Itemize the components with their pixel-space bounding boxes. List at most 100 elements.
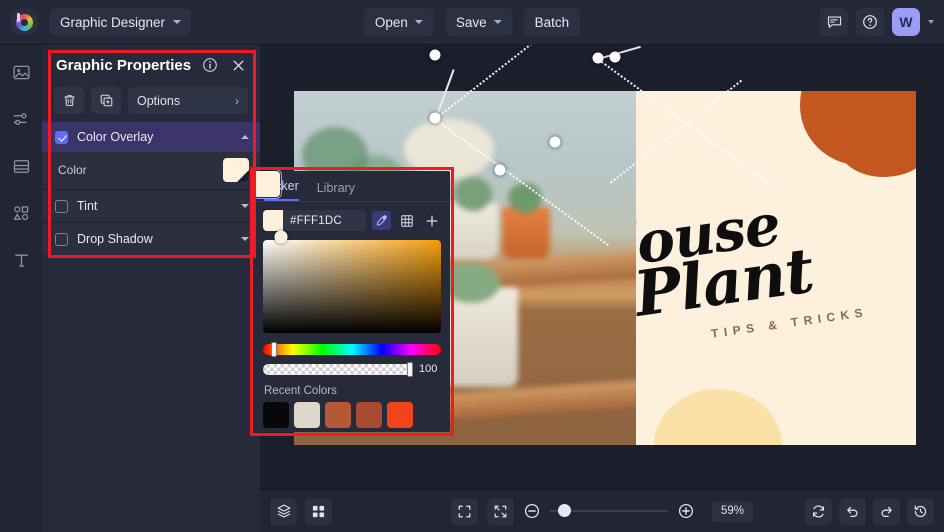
open-button[interactable]: Open — [363, 8, 434, 36]
alpha-slider-handle[interactable] — [407, 361, 413, 377]
color-picker-popover[interactable]: Picker Library #FFF1DC 100 Recent Colors — [252, 169, 450, 432]
grid-view-icon[interactable] — [305, 497, 332, 525]
user-avatar[interactable]: W — [892, 8, 920, 36]
recent-colors-label: Recent Colors — [264, 385, 337, 397]
yellow-circle-shape — [654, 389, 782, 445]
alpha-row: 100 — [263, 361, 441, 377]
effect-label: Tint — [77, 199, 98, 213]
panel-action-row: Options › — [42, 87, 260, 114]
picker-tabs: Picker Library — [254, 171, 450, 201]
recent-color-swatch[interactable] — [294, 402, 320, 428]
zoom-slider[interactable] — [549, 504, 668, 517]
app-logo-icon[interactable] — [11, 9, 37, 35]
color-overlay-checkbox[interactable] — [55, 130, 68, 144]
recent-colors-row — [252, 169, 450, 428]
zoom-out-icon[interactable] — [523, 502, 541, 520]
top-right-tools: W — [820, 8, 934, 36]
zoom-controls: 59% — [450, 497, 754, 525]
sidebar-item-shapes[interactable] — [8, 200, 34, 226]
color-field-label: Color — [58, 163, 87, 177]
chevron-down-icon[interactable] — [928, 20, 934, 24]
tab-library[interactable]: Library — [317, 181, 355, 201]
chevron-down-icon — [414, 20, 423, 24]
bottom-left-tools — [270, 497, 332, 525]
zoom-slider-handle[interactable] — [557, 504, 571, 517]
selection-handle — [429, 49, 441, 61]
zoom-level-value[interactable]: 59% — [711, 500, 754, 522]
document-name-dropdown[interactable]: Graphic Designer — [50, 8, 192, 36]
palette-grid-icon[interactable] — [397, 211, 416, 230]
batch-button[interactable]: Batch — [523, 8, 581, 36]
recent-color-swatch[interactable] — [325, 402, 351, 428]
sidebar-item-text[interactable] — [8, 247, 34, 273]
chevron-right-icon: › — [235, 93, 239, 108]
recent-color-swatch[interactable] — [387, 402, 413, 428]
layers-stack-icon[interactable] — [270, 497, 297, 525]
tint-checkbox[interactable] — [55, 199, 68, 213]
drop-shadow-checkbox[interactable] — [55, 232, 68, 246]
chevron-down-icon — [493, 20, 502, 24]
rotation-arm — [598, 45, 641, 60]
graphic-properties-panel: Graphic Properties Options › Color Overl… — [42, 45, 260, 532]
orange-blob-shape — [838, 101, 916, 177]
chevron-down-icon — [173, 20, 182, 24]
shrink-icon[interactable] — [486, 497, 514, 525]
sidebar-item-layers[interactable] — [8, 153, 34, 179]
duplicate-icon[interactable] — [91, 87, 121, 114]
hex-value: #FFF1DC — [290, 214, 342, 227]
zoom-in-icon[interactable] — [677, 502, 695, 520]
hex-input[interactable]: #FFF1DC — [263, 210, 366, 231]
sv-handle[interactable] — [274, 230, 288, 244]
save-label: Save — [455, 14, 487, 30]
recent-color-swatch[interactable] — [356, 402, 382, 428]
options-button[interactable]: Options › — [128, 87, 248, 114]
design-text-panel: House Plant TIPS & TRICKS — [636, 91, 916, 445]
eyedropper-icon[interactable] — [372, 211, 391, 230]
hue-slider[interactable] — [263, 342, 441, 357]
help-icon[interactable] — [856, 8, 884, 36]
redo-icon[interactable] — [873, 497, 900, 525]
batch-label: Batch — [534, 14, 570, 30]
hue-slider-handle[interactable] — [271, 342, 277, 357]
recent-color-swatch[interactable] — [263, 402, 289, 428]
effect-row-drop-shadow[interactable]: Drop Shadow — [42, 224, 260, 254]
sidebar-item-image[interactable] — [8, 59, 34, 85]
reset-icon[interactable] — [805, 497, 832, 525]
left-tool-rail — [0, 45, 42, 532]
history-icon[interactable] — [907, 497, 934, 525]
center-toolbar: Open Save Batch — [363, 8, 581, 36]
current-color-swatch — [263, 210, 283, 231]
document-name-label: Graphic Designer — [60, 14, 166, 30]
selection-handle — [592, 52, 604, 64]
alpha-slider[interactable] — [263, 361, 413, 377]
tab-picker[interactable]: Picker — [264, 179, 299, 201]
info-icon[interactable] — [200, 55, 220, 75]
add-icon[interactable] — [422, 211, 441, 230]
options-label: Options — [137, 93, 181, 108]
bottom-right-tools — [805, 497, 934, 525]
effect-row-color-overlay[interactable]: Color Overlay — [42, 122, 260, 152]
app-window: Graphic Designer Open Save Batch W Graph… — [0, 0, 944, 532]
sidebar-item-adjustments[interactable] — [8, 106, 34, 132]
chevron-down-icon[interactable] — [241, 237, 249, 241]
selection-handle — [609, 51, 621, 63]
chevron-up-icon[interactable] — [241, 135, 249, 139]
color-swatch-button[interactable] — [223, 158, 249, 182]
hex-input-row: #FFF1DC — [254, 202, 450, 231]
chevron-down-icon[interactable] — [241, 204, 249, 208]
fit-screen-icon[interactable] — [450, 497, 478, 525]
avatar-initial: W — [899, 14, 913, 30]
close-icon[interactable] — [228, 55, 248, 75]
save-button[interactable]: Save — [444, 8, 513, 36]
chat-icon[interactable] — [820, 8, 848, 36]
alpha-value: 100 — [419, 363, 438, 375]
page-title: Graphic Properties — [56, 56, 192, 74]
effect-label: Color Overlay — [77, 130, 154, 144]
trash-icon[interactable] — [54, 87, 84, 114]
undo-icon[interactable] — [839, 497, 866, 525]
top-toolbar: Graphic Designer Open Save Batch W — [0, 0, 944, 45]
effect-row-tint[interactable]: Tint — [42, 191, 260, 221]
saturation-value-field[interactable] — [263, 230, 441, 333]
bottom-toolbar: 59% — [260, 489, 944, 532]
color-overlay-color-row: Color — [42, 152, 260, 188]
